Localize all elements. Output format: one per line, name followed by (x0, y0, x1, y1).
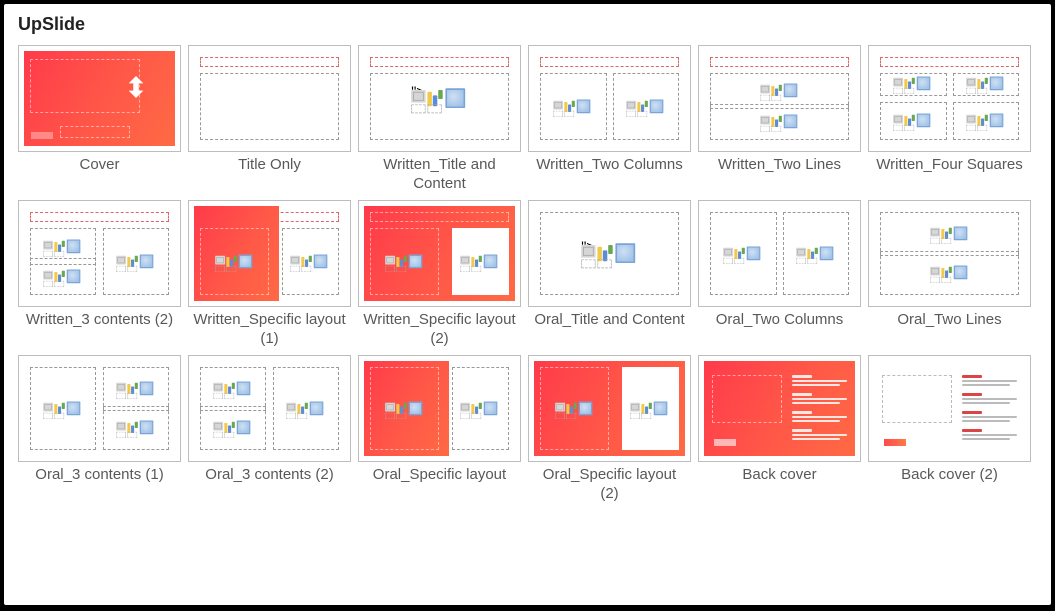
layout-label: Cover (75, 152, 123, 196)
layout-thumbnail (188, 200, 351, 307)
layout-thumbnail (358, 355, 521, 462)
layout-option-written-two-lines[interactable]: Written_Two Lines (698, 41, 861, 196)
layout-option-written-3-contents-2[interactable]: Written_3 contents (2) (18, 196, 181, 351)
layout-label: Written_Specific layout (1) (188, 307, 351, 351)
layout-thumbnail (18, 200, 181, 307)
layout-option-oral-specific-2[interactable]: Oral_Specific layout (2) (528, 351, 691, 506)
layout-label: Oral_Specific layout (369, 462, 510, 506)
layout-option-oral-3-contents-2[interactable]: Oral_3 contents (2) (188, 351, 351, 506)
layout-option-back-cover-2[interactable]: Back cover (2) (868, 351, 1031, 506)
section-title: UpSlide (18, 10, 1037, 41)
layout-label: Oral_Specific layout (2) (528, 462, 691, 506)
layout-label: Written_Two Lines (714, 152, 845, 196)
layout-label: Written_Title and Content (358, 152, 521, 196)
layout-option-written-title-content[interactable]: "> Written_Title and Content (358, 41, 521, 196)
layout-label: Title Only (234, 152, 305, 196)
layout-thumbnail: "> (358, 45, 521, 152)
layout-thumbnail (698, 45, 861, 152)
layout-thumbnail (18, 45, 181, 152)
upslide-logo-icon (125, 73, 147, 101)
layout-thumbnail (188, 45, 351, 152)
layout-grid: Cover Title Only "> Written_Title and Co… (18, 41, 1037, 506)
layout-option-written-two-columns[interactable]: Written_Two Columns (528, 41, 691, 196)
layout-label: Oral_3 contents (1) (31, 462, 167, 506)
layout-label: Written_Four Squares (872, 152, 1026, 196)
layout-label: Written_Specific layout (2) (358, 307, 521, 351)
layout-option-cover[interactable]: Cover (18, 41, 181, 196)
layout-label: Oral_Two Lines (893, 307, 1005, 351)
layout-thumbnail (18, 355, 181, 462)
layout-thumbnail (868, 45, 1031, 152)
layout-option-oral-two-lines[interactable]: Oral_Two Lines (868, 196, 1031, 351)
layout-thumbnail (698, 200, 861, 307)
layout-gallery-panel: UpSlide Cover Title Only "> Writ (2, 2, 1053, 607)
layout-thumbnail (868, 355, 1031, 462)
layout-option-oral-3-contents-1[interactable]: Oral_3 contents (1) (18, 351, 181, 506)
layout-option-written-four-squares[interactable]: Written_Four Squares (868, 41, 1031, 196)
layout-thumbnail (868, 200, 1031, 307)
layout-thumbnail (188, 355, 351, 462)
layout-label: Back cover (2) (897, 462, 1002, 506)
layout-thumbnail: "> (528, 200, 691, 307)
layout-option-written-specific-2[interactable]: Written_Specific layout (2) (358, 196, 521, 351)
layout-option-back-cover[interactable]: Back cover (698, 351, 861, 506)
layout-option-oral-two-columns[interactable]: Oral_Two Columns (698, 196, 861, 351)
layout-option-title-only[interactable]: Title Only (188, 41, 351, 196)
layout-label: Oral_3 contents (2) (201, 462, 337, 506)
layout-option-written-specific-1[interactable]: Written_Specific layout (1) (188, 196, 351, 351)
layout-thumbnail (358, 200, 521, 307)
layout-label: Written_3 contents (2) (22, 307, 177, 351)
layout-option-oral-title-content[interactable]: "> Oral_Title and Content (528, 196, 691, 351)
layout-thumbnail (528, 45, 691, 152)
layout-label: Oral_Two Columns (712, 307, 848, 351)
layout-option-oral-specific[interactable]: Oral_Specific layout (358, 351, 521, 506)
layout-label: Oral_Title and Content (530, 307, 688, 351)
layout-thumbnail (528, 355, 691, 462)
layout-thumbnail (698, 355, 861, 462)
layout-label: Back cover (738, 462, 820, 506)
layout-label: Written_Two Columns (532, 152, 686, 196)
